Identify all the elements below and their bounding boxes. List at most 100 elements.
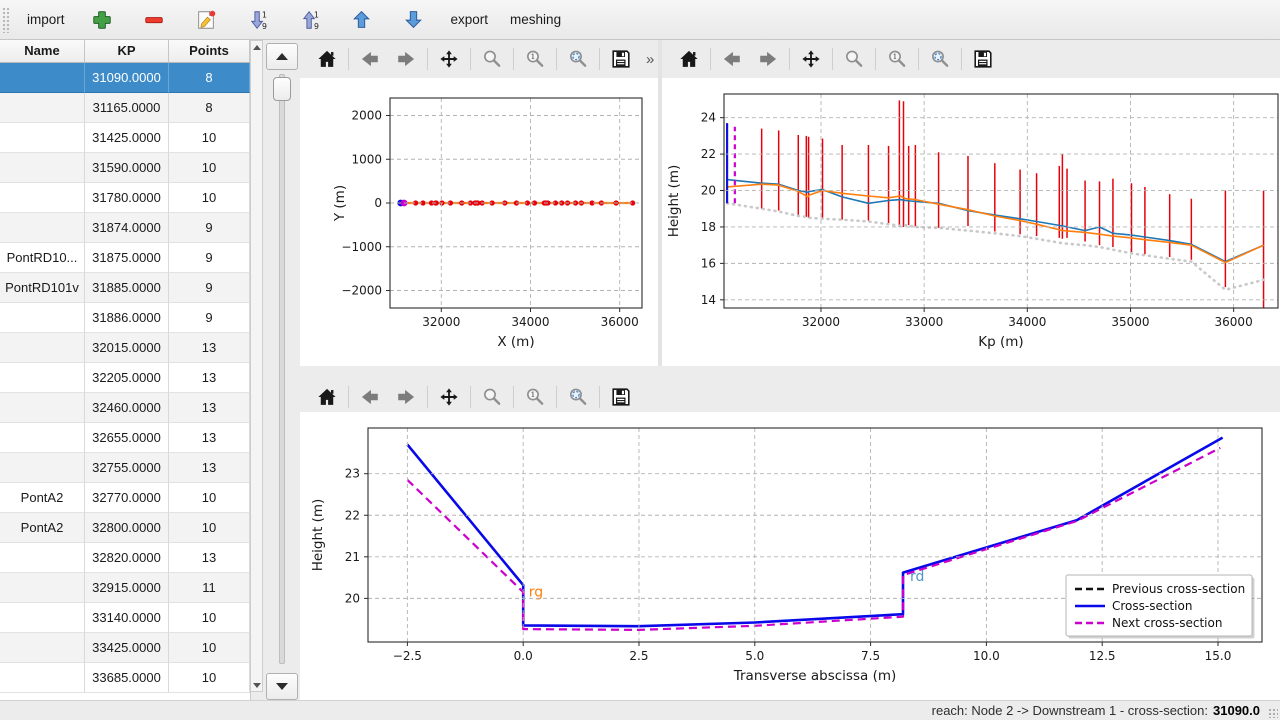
save-button[interactable] xyxy=(606,383,636,411)
table-row[interactable]: 31874.00009 xyxy=(0,213,250,243)
save-button[interactable] xyxy=(968,45,998,73)
svg-text:10.0: 10.0 xyxy=(973,649,1000,663)
svg-text:20: 20 xyxy=(701,184,716,198)
column-header-name[interactable]: Name xyxy=(0,40,85,62)
table-row[interactable]: 31780.000010 xyxy=(0,183,250,213)
home-button[interactable] xyxy=(674,45,704,73)
svg-text:1: 1 xyxy=(313,10,318,19)
forward-button[interactable] xyxy=(753,45,783,73)
table-row[interactable]: 31886.00009 xyxy=(0,303,250,333)
table-cell: 32460.0000 xyxy=(85,393,169,423)
next-cross-section-button[interactable] xyxy=(266,673,298,700)
pan-button[interactable] xyxy=(434,383,464,411)
table-row[interactable]: PontA232800.000010 xyxy=(0,513,250,543)
table-row[interactable]: 33425.000010 xyxy=(0,633,250,663)
table-row[interactable]: PontRD10...31875.00009 xyxy=(0,243,250,273)
import-button[interactable]: import xyxy=(18,4,74,36)
svg-text:36000: 36000 xyxy=(601,315,639,329)
remove-cross-section-button[interactable] xyxy=(130,4,178,36)
table-row[interactable]: 32755.000013 xyxy=(0,453,250,483)
zoom-region-icon: 1 xyxy=(524,386,546,408)
table-cell: 11 xyxy=(169,573,250,603)
svg-text:Previous cross-section: Previous cross-section xyxy=(1112,582,1245,596)
table-row[interactable]: 33140.000010 xyxy=(0,603,250,633)
table-row[interactable]: 31425.000010 xyxy=(0,123,250,153)
cross-section-toolbar: 1 xyxy=(300,378,1280,416)
toolbar-separator xyxy=(710,48,711,70)
home-button[interactable] xyxy=(312,45,342,73)
toolbar-drag-handle[interactable] xyxy=(2,7,10,33)
previous-cross-section-button[interactable] xyxy=(266,43,298,70)
table-cell: 31875.0000 xyxy=(85,243,169,273)
zoom-icon xyxy=(481,48,503,70)
cross-section-slider[interactable] xyxy=(279,74,285,664)
table-row[interactable]: 31090.00008 xyxy=(0,63,250,93)
move-up-button[interactable] xyxy=(338,4,386,36)
cross-section-figure[interactable]: rgrd−2.50.02.55.07.510.012.515.020212223… xyxy=(300,412,1280,700)
table-scrollbar[interactable] xyxy=(250,40,263,692)
scroll-up-icon[interactable] xyxy=(251,41,262,53)
zoom-region-button[interactable]: 1 xyxy=(520,383,550,411)
home-icon xyxy=(316,48,338,70)
svg-text:7.5: 7.5 xyxy=(861,649,880,663)
table-row[interactable]: 32820.000013 xyxy=(0,543,250,573)
slider-handle[interactable] xyxy=(273,77,291,101)
svg-text:Next cross-section: Next cross-section xyxy=(1112,616,1222,630)
back-button[interactable] xyxy=(355,383,385,411)
table-cell: 9 xyxy=(169,303,250,333)
zoom-sync-button[interactable] xyxy=(925,45,955,73)
add-cross-section-button[interactable] xyxy=(78,4,126,36)
column-header-kp[interactable]: KP xyxy=(85,40,169,62)
toolbar-separator xyxy=(470,386,471,408)
forward-button[interactable] xyxy=(391,383,421,411)
toolbar-separator xyxy=(348,48,349,70)
zoom-button[interactable] xyxy=(477,45,507,73)
up-arrow-icon xyxy=(276,53,288,60)
zoom-sync-button[interactable] xyxy=(563,45,593,73)
toolbar-separator xyxy=(513,48,514,70)
back-button[interactable] xyxy=(355,45,385,73)
save-button[interactable] xyxy=(606,45,636,73)
meshing-button[interactable]: meshing xyxy=(501,4,570,36)
svg-text:1: 1 xyxy=(531,390,536,399)
profile-toolbar: 1 xyxy=(662,40,1280,78)
resize-grip[interactable] xyxy=(1268,708,1278,718)
toolbar-overflow-button[interactable]: » xyxy=(642,51,654,68)
home-button[interactable] xyxy=(312,383,342,411)
table-row[interactable]: 32205.000013 xyxy=(0,363,250,393)
sort-descending-button[interactable]: 19 xyxy=(234,4,282,36)
status-cross-section-value: 31090.0 xyxy=(1213,703,1260,718)
zoom-region-button[interactable]: 1 xyxy=(520,45,550,73)
table-row[interactable]: 32460.000013 xyxy=(0,393,250,423)
scroll-down-icon[interactable] xyxy=(251,679,262,691)
pan-icon xyxy=(438,48,460,70)
table-cell: 32800.0000 xyxy=(85,513,169,543)
move-down-button[interactable] xyxy=(390,4,438,36)
zoom-region-button[interactable]: 1 xyxy=(882,45,912,73)
table-row[interactable]: 32915.000011 xyxy=(0,573,250,603)
svg-text:22: 22 xyxy=(345,508,360,522)
table-row[interactable]: PontRD101v31885.00009 xyxy=(0,273,250,303)
zoom-button[interactable] xyxy=(839,45,869,73)
svg-text:−2000: −2000 xyxy=(341,284,382,298)
table-row[interactable]: PontA232770.000010 xyxy=(0,483,250,513)
zoom-sync-button[interactable] xyxy=(563,383,593,411)
table-row[interactable]: 32015.000013 xyxy=(0,333,250,363)
table-row[interactable]: 32655.000013 xyxy=(0,423,250,453)
column-header-points[interactable]: Points xyxy=(169,40,250,62)
forward-button[interactable] xyxy=(391,45,421,73)
pan-button[interactable] xyxy=(796,45,826,73)
edit-cross-section-button[interactable] xyxy=(182,4,230,36)
plan-view-figure[interactable]: 320003400036000−2000−1000010002000X (m)Y… xyxy=(300,78,658,366)
table-cell: 32755.0000 xyxy=(85,453,169,483)
cross-sections-panel: NameKPPoints31090.0000831165.0000831425.… xyxy=(0,40,300,700)
back-button[interactable] xyxy=(717,45,747,73)
longitudinal-profile-figure[interactable]: 3200033000340003500036000141618202224Kp … xyxy=(662,78,1280,366)
table-row[interactable]: 31590.000010 xyxy=(0,153,250,183)
pan-button[interactable] xyxy=(434,45,464,73)
zoom-button[interactable] xyxy=(477,383,507,411)
table-row[interactable]: 31165.00008 xyxy=(0,93,250,123)
table-row[interactable]: 33685.000010 xyxy=(0,663,250,693)
sort-ascending-button[interactable]: 19 xyxy=(286,4,334,36)
export-button[interactable]: export xyxy=(442,4,498,36)
